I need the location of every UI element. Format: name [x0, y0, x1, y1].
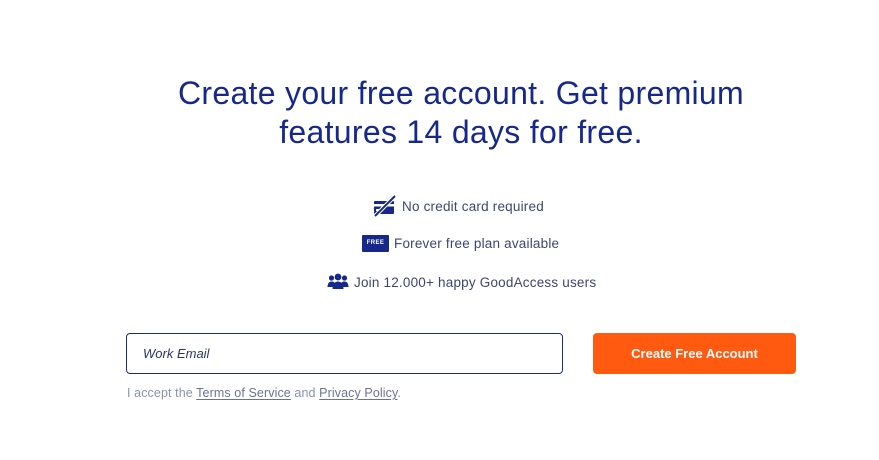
consent-text: I accept the Terms of Service and Privac…: [127, 386, 401, 400]
terms-of-service-link[interactable]: Terms of Service: [196, 386, 291, 400]
users-group-icon: [327, 273, 349, 291]
no-credit-card-icon: [373, 194, 397, 218]
feature-free-plan: FREE Forever free plan available: [362, 233, 559, 253]
feature-text: Forever free plan available: [394, 235, 560, 251]
feature-text: Join 12.000+ happy GoodAccess users: [354, 274, 597, 290]
create-free-account-button[interactable]: Create Free Account: [593, 333, 796, 374]
feature-text: No credit card required: [402, 198, 544, 214]
page-headline: Create your free account. Get premium fe…: [0, 74, 879, 152]
feature-no-credit-card: No credit card required: [373, 193, 544, 219]
consent-middle: and: [290, 386, 320, 400]
feature-happy-users: Join 12.000+ happy GoodAccess users: [327, 271, 596, 293]
headline-line-2: features 14 days for free.: [279, 114, 643, 150]
consent-prefix: I accept the: [127, 386, 197, 400]
free-badge-icon: FREE: [362, 234, 389, 252]
privacy-policy-link[interactable]: Privacy Policy: [319, 386, 397, 400]
headline-line-1: Create your free account. Get premium: [177, 75, 744, 111]
work-email-input[interactable]: [126, 333, 563, 374]
consent-suffix: .: [397, 386, 402, 400]
